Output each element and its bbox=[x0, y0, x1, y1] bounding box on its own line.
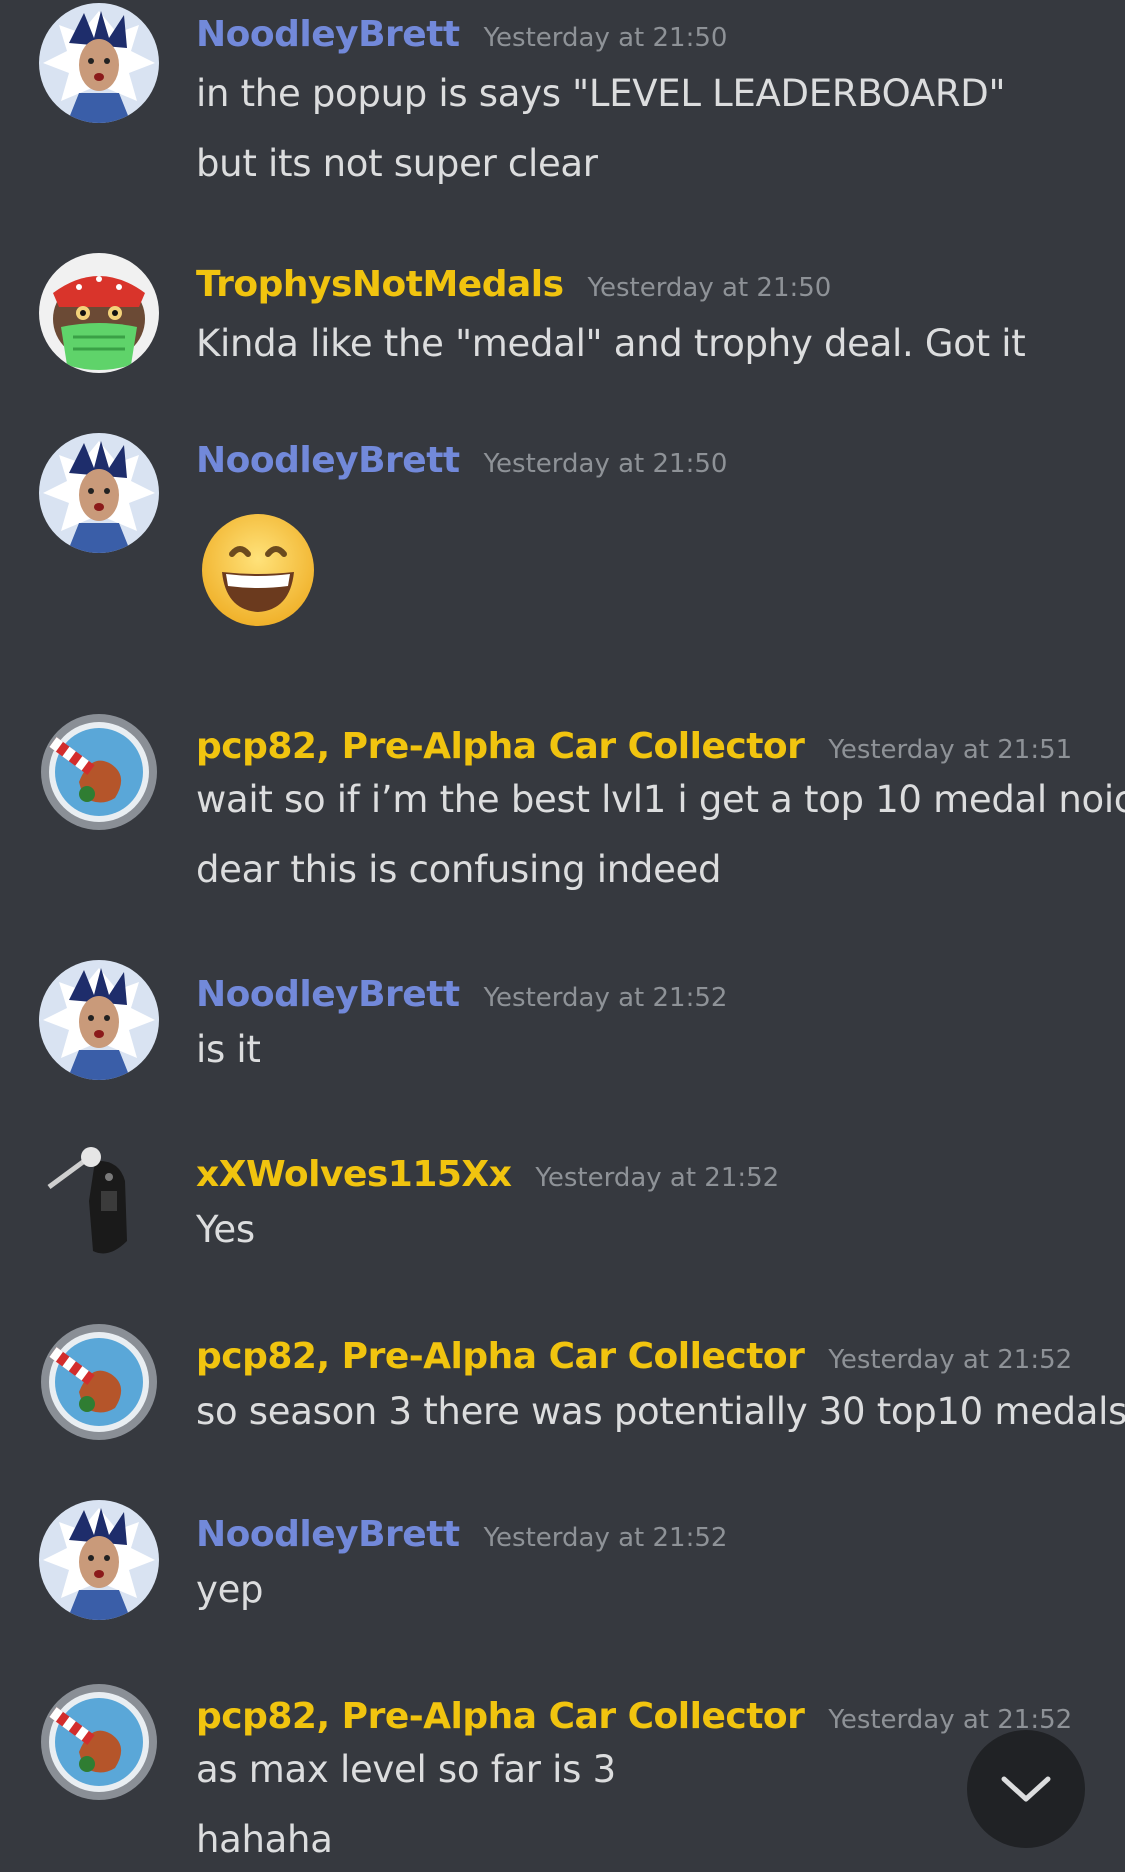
avatar-xxwolves115xx[interactable] bbox=[39, 1141, 159, 1261]
timestamp: Yesterday at 21:52 bbox=[483, 1523, 728, 1553]
timestamp: Yesterday at 21:52 bbox=[483, 983, 728, 1013]
avatar-pcp82[interactable] bbox=[39, 1322, 159, 1442]
avatar-noodleybrett[interactable] bbox=[39, 1500, 159, 1620]
jump-to-bottom-button[interactable] bbox=[967, 1730, 1085, 1848]
message-text: dear this is confusing indeed bbox=[196, 848, 722, 891]
pcp82-avatar-icon bbox=[41, 714, 157, 830]
message-text: Kinda like the "medal" and trophy deal. … bbox=[196, 322, 1026, 365]
message-text: but its not super clear bbox=[196, 142, 598, 185]
avatar-noodleybrett[interactable] bbox=[39, 960, 159, 1080]
xxwolves115xx-avatar-icon bbox=[39, 1141, 159, 1261]
timestamp: Yesterday at 21:52 bbox=[535, 1163, 780, 1193]
timestamp: Yesterday at 21:52 bbox=[828, 1345, 1073, 1375]
username[interactable]: xXWolves115Xx bbox=[196, 1154, 512, 1195]
avatar-pcp82[interactable] bbox=[39, 712, 159, 832]
username[interactable]: NoodleyBrett bbox=[196, 974, 460, 1015]
chevron-down-icon bbox=[1001, 1776, 1051, 1802]
noodleybrett-avatar-icon bbox=[39, 433, 159, 553]
message-text: in the popup is says "LEVEL LEADERBOARD" bbox=[196, 72, 1006, 115]
grinning-face-emoji bbox=[198, 510, 318, 630]
message-text: as max level so far is 3 bbox=[196, 1748, 616, 1791]
username[interactable]: NoodleyBrett bbox=[196, 440, 460, 481]
pcp82-avatar-icon bbox=[41, 1324, 157, 1440]
message-text: hahaha bbox=[196, 1818, 333, 1861]
timestamp: Yesterday at 21:51 bbox=[828, 735, 1073, 765]
message-text: is it bbox=[196, 1028, 261, 1071]
avatar-noodleybrett[interactable] bbox=[39, 433, 159, 553]
trophysnotmedals-avatar-icon bbox=[39, 253, 159, 373]
username[interactable]: NoodleyBrett bbox=[196, 1514, 460, 1555]
noodleybrett-avatar-icon bbox=[39, 960, 159, 1080]
noodleybrett-avatar-icon bbox=[39, 1500, 159, 1620]
username[interactable]: pcp82, Pre-Alpha Car Collector bbox=[196, 726, 805, 767]
username[interactable]: pcp82, Pre-Alpha Car Collector bbox=[196, 1696, 805, 1737]
message-text: Yes bbox=[196, 1208, 255, 1251]
message-text: wait so if i’m the best lvl1 i get a top… bbox=[196, 778, 1125, 821]
timestamp: Yesterday at 21:50 bbox=[483, 449, 728, 479]
avatar-noodleybrett[interactable] bbox=[39, 3, 159, 123]
message-text: so season 3 there was potentially 30 top… bbox=[196, 1390, 1125, 1433]
avatar-pcp82[interactable] bbox=[39, 1682, 159, 1802]
message-text: yep bbox=[196, 1568, 264, 1611]
avatar-trophysnotmedals[interactable] bbox=[39, 253, 159, 373]
username[interactable]: pcp82, Pre-Alpha Car Collector bbox=[196, 1336, 805, 1377]
noodleybrett-avatar-icon bbox=[39, 3, 159, 123]
timestamp: Yesterday at 21:50 bbox=[587, 273, 832, 303]
pcp82-avatar-icon bbox=[41, 1684, 157, 1800]
username[interactable]: NoodleyBrett bbox=[196, 14, 460, 55]
username[interactable]: TrophysNotMedals bbox=[196, 264, 564, 305]
timestamp: Yesterday at 21:50 bbox=[483, 23, 728, 53]
